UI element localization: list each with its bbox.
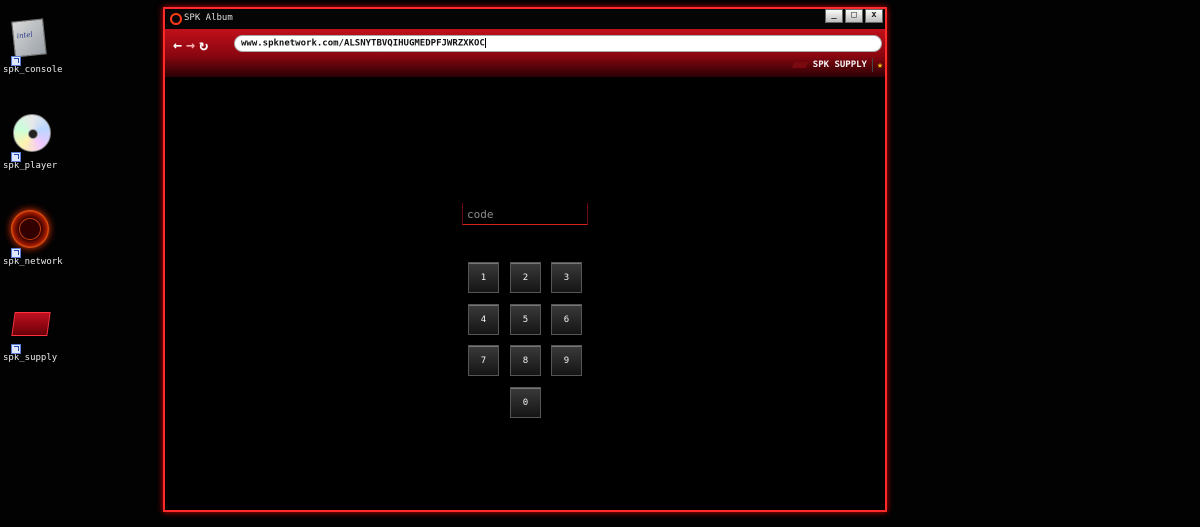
keypad-key-7[interactable]: 7 <box>468 345 499 376</box>
desktop-icon-label: spk_console <box>3 65 63 75</box>
star-icon[interactable]: ★ <box>877 60 883 71</box>
window-title: SPK Album <box>184 13 233 23</box>
divider <box>871 58 873 72</box>
code-input[interactable] <box>463 204 587 225</box>
title-bar[interactable]: SPK Album _ □ x <box>165 9 885 29</box>
url-bar[interactable]: www.spknetwork.com/ALSNYTBVQIHUGMEDPFJWR… <box>234 35 882 52</box>
desktop-icon-label: spk_supply <box>3 353 58 363</box>
keypad-key-0[interactable]: 0 <box>510 387 541 418</box>
browser-window: SPK Album _ □ x ← → ↻ www.spknetwork.com… <box>163 7 887 512</box>
intel-chip-icon: intel <box>7 18 51 66</box>
keypad-key-9[interactable]: 9 <box>551 345 582 376</box>
keypad-key-8[interactable]: 8 <box>510 345 541 376</box>
window-controls: _ □ x <box>825 9 883 23</box>
back-arrow-icon[interactable]: ← <box>173 36 182 54</box>
url-text: www.spknetwork.com/ALSNYTBVQIHUGMEDPFJWR… <box>241 38 485 49</box>
bookmark-bar: SPK SUPPLY ★ <box>791 58 885 72</box>
desktop-icon-label: spk_player <box>3 161 58 171</box>
keypad-key-4[interactable]: 4 <box>468 304 499 335</box>
desktop-icon-spk-supply[interactable]: spk_supply <box>0 306 58 363</box>
desktop-icon-spk-player[interactable]: spk_player <box>0 114 58 171</box>
page-content: 1 2 3 4 5 6 7 8 9 0 <box>165 77 885 510</box>
desktop: intel spk_console spk_player spk_network… <box>0 0 1200 527</box>
keypad-key-5[interactable]: 5 <box>510 304 541 335</box>
keypad-key-2[interactable]: 2 <box>510 262 541 293</box>
nav-bar: ← → ↻ www.spknetwork.com/ALSNYTBVQIHUGME… <box>165 29 885 77</box>
code-field <box>462 203 588 225</box>
keypad-key-1[interactable]: 1 <box>468 262 499 293</box>
shortcut-arrow-icon <box>11 56 21 66</box>
forward-arrow-icon[interactable]: → <box>186 36 195 54</box>
shortcut-arrow-icon <box>11 152 21 162</box>
desktop-icon-label: spk_network <box>3 257 63 267</box>
keypad-key-3[interactable]: 3 <box>551 262 582 293</box>
supply-crate-icon <box>7 306 51 354</box>
spk-supply-link[interactable]: SPK SUPPLY <box>813 60 867 70</box>
shortcut-arrow-icon <box>11 248 21 258</box>
maximize-button[interactable]: □ <box>845 9 863 23</box>
supply-logo-icon <box>791 62 808 68</box>
app-logo-icon <box>170 13 182 25</box>
minimize-button[interactable]: _ <box>825 9 843 23</box>
shortcut-arrow-icon <box>11 344 21 354</box>
network-globe-icon <box>7 210 51 258</box>
reload-icon[interactable]: ↻ <box>199 36 208 54</box>
text-caret <box>484 38 486 48</box>
close-button[interactable]: x <box>865 9 883 23</box>
desktop-icon-spk-network[interactable]: spk_network <box>0 210 63 267</box>
desktop-icon-spk-console[interactable]: intel spk_console <box>0 18 63 75</box>
keypad-key-6[interactable]: 6 <box>551 304 582 335</box>
nav-buttons: ← → ↻ <box>173 36 208 54</box>
cd-disc-icon <box>7 114 51 162</box>
